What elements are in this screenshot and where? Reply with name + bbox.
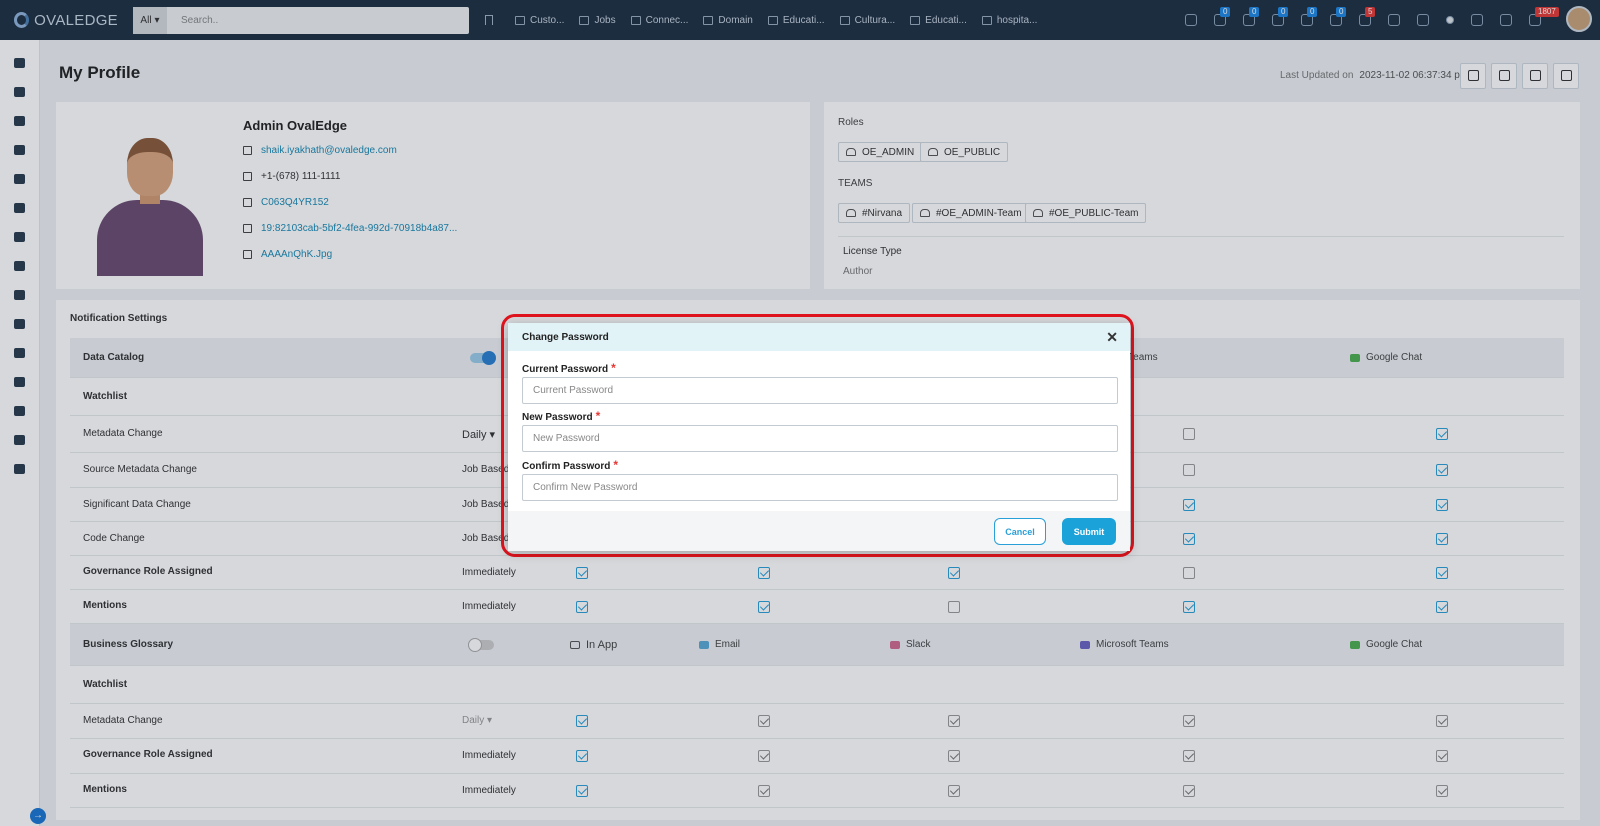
close-icon[interactable]: ✕ [1106,330,1118,344]
current-password-label: Current Password * [522,361,616,375]
confirm-password-label: Confirm Password * [522,458,619,472]
new-password-field[interactable] [522,425,1118,452]
new-password-label: New Password * [522,409,601,423]
submit-button[interactable]: Submit [1062,518,1116,545]
change-password-dialog: Change Password ✕ Current Password * New … [508,323,1130,551]
cancel-button[interactable]: Cancel [994,518,1046,545]
dialog-footer: Cancel Submit [508,511,1130,551]
dialog-header: Change Password ✕ [508,323,1130,351]
current-password-field[interactable] [522,377,1118,404]
confirm-password-field[interactable] [522,474,1118,501]
dialog-title: Change Password [522,331,609,343]
